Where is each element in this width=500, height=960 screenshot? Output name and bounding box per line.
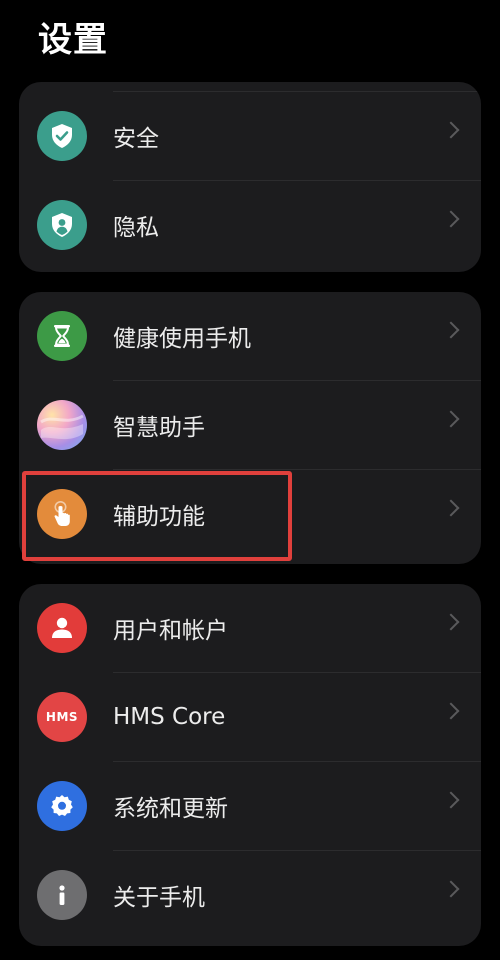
chevron-right-icon [442, 791, 460, 809]
highlight-box-accessibility [22, 471, 292, 561]
shield-check-icon [37, 111, 87, 161]
hourglass-icon [37, 311, 87, 361]
chevron-right-icon [442, 499, 460, 517]
settings-item-users-accounts[interactable]: 用户和帐户 [19, 584, 481, 672]
scrolled-row-edge [113, 82, 481, 92]
settings-item-digital-balance[interactable]: 健康使用手机 [19, 292, 481, 380]
settings-item-label: 智慧助手 [113, 415, 205, 441]
page-title: 设置 [38, 20, 108, 60]
chevron-right-icon [442, 880, 460, 898]
settings-item-hms-core[interactable]: HMS HMS Core [19, 673, 481, 761]
settings-item-label: HMS Core [113, 704, 226, 730]
chevron-right-icon [442, 321, 460, 339]
assistant-orb-icon [37, 400, 87, 450]
info-icon [37, 870, 87, 920]
settings-item-label: 安全 [113, 126, 159, 152]
chevron-right-icon [442, 121, 460, 139]
settings-group-security: 安全 隐私 [19, 82, 481, 272]
settings-item-security[interactable]: 安全 [19, 92, 481, 180]
settings-group-system: 用户和帐户 HMS HMS Core 系统和更新 关于手机 [19, 584, 481, 946]
settings-item-label: 用户和帐户 [113, 618, 228, 644]
privacy-shield-user-icon [37, 200, 87, 250]
hms-core-icon: HMS [37, 692, 87, 742]
settings-item-label: 健康使用手机 [113, 326, 251, 352]
settings-item-privacy[interactable]: 隐私 [19, 181, 481, 269]
settings-item-label: 系统和更新 [113, 796, 228, 822]
gear-icon [37, 781, 87, 831]
settings-item-label: 隐私 [113, 215, 159, 241]
settings-item-label: 关于手机 [113, 885, 205, 911]
chevron-right-icon [442, 410, 460, 428]
chevron-right-icon [442, 613, 460, 631]
settings-item-about-phone[interactable]: 关于手机 [19, 851, 481, 939]
hms-icon-text: HMS [45, 710, 79, 724]
chevron-right-icon [442, 702, 460, 720]
settings-item-system-update[interactable]: 系统和更新 [19, 762, 481, 850]
user-icon [37, 603, 87, 653]
chevron-right-icon [442, 210, 460, 228]
settings-item-smart-assistant[interactable]: 智慧助手 [19, 381, 481, 469]
